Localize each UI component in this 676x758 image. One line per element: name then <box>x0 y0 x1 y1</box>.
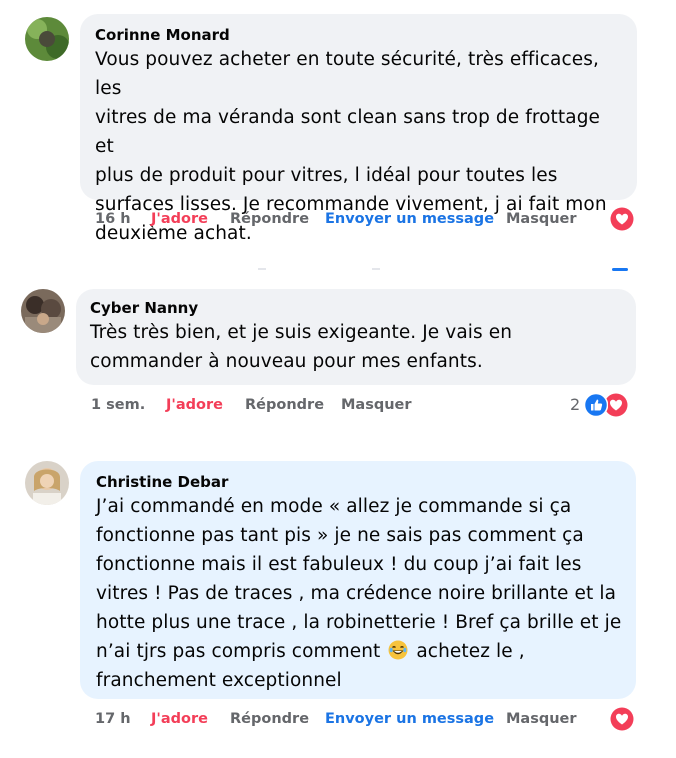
divider <box>612 268 628 271</box>
comment-line: Très très bien, et je suis exigeante. Je… <box>90 322 513 343</box>
send-message-button[interactable]: Envoyer un message <box>325 209 494 229</box>
love-reaction-icon[interactable] <box>610 207 634 231</box>
laughing-tears-emoji-icon <box>388 640 408 660</box>
comment-author[interactable]: Christine Debar <box>96 472 622 492</box>
comment-line: vitres de ma véranda sont clean sans tro… <box>95 107 601 157</box>
reply-button[interactable]: Répondre <box>245 395 324 415</box>
comment-actions: 17 h J'adore Répondre Envoyer un message… <box>0 709 676 729</box>
comment-actions: 16 h J'adore Répondre Envoyer un message… <box>0 209 676 229</box>
comment-bubble-2: Cyber Nanny Très très bien, et je suis e… <box>76 289 636 385</box>
timestamp[interactable]: 17 h <box>95 709 131 729</box>
comment-line: vitres ! Pas de traces , ma crédence noi… <box>96 583 617 604</box>
love-reaction-icon[interactable] <box>610 707 634 731</box>
comment-line-part: n’ai tjrs pas compris comment <box>96 641 381 662</box>
comment-line: commander à nouveau pour mes enfants. <box>90 351 483 372</box>
comment-line: fonctionne mais il est fabuleux ! du cou… <box>96 554 582 575</box>
comment-line: plus de produit pour vitres, l idéal pou… <box>95 165 558 186</box>
send-message-button[interactable]: Envoyer un message <box>325 709 494 729</box>
comment-author[interactable]: Cyber Nanny <box>90 298 622 318</box>
comment-line: Vous pouvez acheter en toute sécurité, t… <box>95 49 599 99</box>
love-reaction-button[interactable]: J'adore <box>166 395 223 415</box>
comment-line-part: achetez le , <box>416 641 525 662</box>
comment-actions: 1 sem. J'adore Répondre Masquer 2 <box>0 395 676 415</box>
avatar-christine-debar[interactable] <box>25 461 69 505</box>
timestamp[interactable]: 1 sem. <box>91 395 145 415</box>
comment-author[interactable]: Corinne Monard <box>95 25 623 45</box>
avatar-corinne-monard[interactable] <box>25 17 69 61</box>
comment-line: hotte plus une trace , la robinetterie !… <box>96 612 622 633</box>
reply-button[interactable]: Répondre <box>230 709 309 729</box>
love-reaction-button[interactable]: J'adore <box>151 709 208 729</box>
divider <box>372 268 380 270</box>
comment-line: fonctionne pas tant pis » je ne sais pas… <box>96 525 584 546</box>
comment-line: franchement exceptionnel <box>96 670 342 691</box>
timestamp[interactable]: 16 h <box>95 209 131 229</box>
divider <box>258 268 266 270</box>
reply-button[interactable]: Répondre <box>230 209 309 229</box>
comment-line: J’ai commandé en mode « allez je command… <box>96 496 572 517</box>
hide-button[interactable]: Masquer <box>506 209 577 229</box>
reaction-count[interactable]: 2 <box>570 395 580 415</box>
comment-line: n’ai tjrs pas compris comment achetez le… <box>96 637 622 666</box>
hide-button[interactable]: Masquer <box>506 709 577 729</box>
love-reaction-button[interactable]: J'adore <box>151 209 208 229</box>
avatar-cyber-nanny[interactable] <box>21 289 65 333</box>
like-reaction-icon[interactable] <box>583 392 609 418</box>
hide-button[interactable]: Masquer <box>341 395 412 415</box>
comment-bubble-1: Corinne Monard Vous pouvez acheter en to… <box>80 14 637 244</box>
comment-bubble-3: Christine Debar J’ai commandé en mode « … <box>80 461 636 699</box>
